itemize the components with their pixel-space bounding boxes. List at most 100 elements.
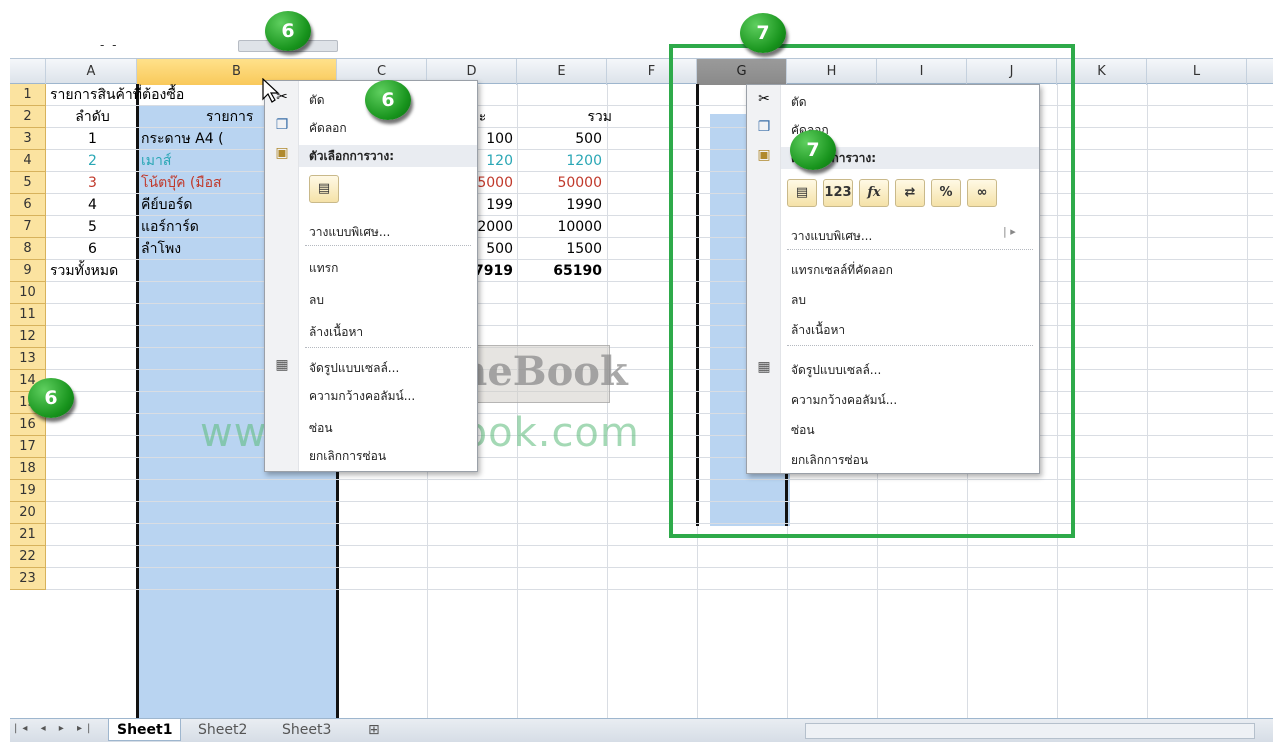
menu-separator <box>305 245 471 246</box>
row-header[interactable]: 23 <box>10 568 46 590</box>
cell-no[interactable]: 4 <box>50 194 135 216</box>
sheet-nav-arrows-icon[interactable]: |◂ ◂ ▸ ▸| <box>14 723 95 734</box>
grid-line <box>46 457 1273 458</box>
cell-item[interactable]: กระดาษ A4 ( <box>141 128 271 150</box>
row-header[interactable]: 9 <box>10 260 46 282</box>
row-header[interactable]: 1 <box>10 84 46 106</box>
grid-line <box>46 369 1273 370</box>
step-badge: 6 <box>265 11 311 51</box>
cell-header-total[interactable]: รวม <box>527 106 612 128</box>
cell-total[interactable]: 50000 <box>517 172 602 194</box>
column-header-e[interactable]: E <box>517 59 607 85</box>
paste-button-icon[interactable]: ▤ <box>309 175 339 203</box>
column-b-border-left <box>136 84 139 718</box>
step-badge: 6 <box>365 80 411 120</box>
menu-item-copy[interactable]: คัดลอก <box>299 119 477 138</box>
menu-item-paste-special[interactable]: วางแบบพิเศษ... <box>299 223 477 242</box>
row-header[interactable]: 8 <box>10 238 46 260</box>
mouse-pointer-icon <box>262 78 280 103</box>
cell-total[interactable]: 1990 <box>517 194 602 216</box>
cell-item[interactable]: แอร์การ์ด <box>141 216 271 238</box>
name-box[interactable]: - - <box>100 38 118 52</box>
row-header[interactable]: 13 <box>10 348 46 370</box>
cell-no[interactable]: 3 <box>50 172 135 194</box>
cell-total[interactable]: 1200 <box>517 150 602 172</box>
tab-sheet1[interactable]: Sheet1 <box>108 719 182 741</box>
step-badge: 6 <box>28 378 74 418</box>
column-header-a[interactable]: A <box>46 59 137 85</box>
paste-icon: ▣ <box>275 145 289 161</box>
row-header[interactable]: 11 <box>10 304 46 326</box>
cell-no[interactable]: 6 <box>50 238 135 260</box>
grid-line <box>46 281 1273 282</box>
column-header-l[interactable]: L <box>1147 59 1247 85</box>
cell-total[interactable]: 10000 <box>517 216 602 238</box>
menu-item-hide[interactable]: ซ่อน <box>299 419 477 438</box>
grid-line <box>46 523 1273 524</box>
horizontal-scrollbar[interactable] <box>805 723 1255 739</box>
row-header[interactable]: 7 <box>10 216 46 238</box>
tab-sheet2[interactable]: Sheet2 <box>190 719 255 741</box>
grid-line <box>46 303 1273 304</box>
row-header[interactable]: 22 <box>10 546 46 568</box>
menu-item-unhide[interactable]: ยกเลิกการซ่อน <box>299 447 477 466</box>
context-menu-column-b: ✂ ตัด ❐ คัดลอก ▣ ตัวเลือกการวาง: ▤ วางแบ… <box>264 80 478 472</box>
grid-line <box>46 567 1273 568</box>
format-cells-icon: ▦ <box>275 357 289 373</box>
cell-no[interactable]: 5 <box>50 216 135 238</box>
cell-grand-total-label[interactable]: รวมทั้งหมด <box>50 260 150 282</box>
menu-item-format-cells[interactable]: จัดรูปแบบเซลล์... <box>299 359 477 378</box>
grid-line <box>1247 84 1248 718</box>
grid-line <box>46 545 1273 546</box>
step-badge: 7 <box>740 13 786 53</box>
row-header[interactable]: 19 <box>10 480 46 502</box>
insert-sheet-icon[interactable]: ⊞ <box>360 719 388 741</box>
row-header[interactable]: 20 <box>10 502 46 524</box>
step-badge: 7 <box>790 130 836 170</box>
cell-total[interactable]: 500 <box>517 128 602 150</box>
grid-line <box>46 391 1273 392</box>
row-header[interactable]: 6 <box>10 194 46 216</box>
cell-no[interactable]: 1 <box>50 128 135 150</box>
row-header[interactable]: 12 <box>10 326 46 348</box>
row-header[interactable]: 3 <box>10 128 46 150</box>
cell-item[interactable]: ลำโพง <box>141 238 271 260</box>
copy-icon: ❐ <box>275 117 289 133</box>
menu-item-delete[interactable]: ลบ <box>299 291 477 310</box>
row-header[interactable]: 18 <box>10 458 46 480</box>
select-all-corner[interactable] <box>10 59 46 85</box>
row-header[interactable]: 4 <box>10 150 46 172</box>
row-header[interactable]: 2 <box>10 106 46 128</box>
cell-header-no[interactable]: ลำดับ <box>50 106 135 128</box>
menu-item-column-width[interactable]: ความกว้างคอลัมน์... <box>299 387 477 406</box>
cell-grand-total[interactable]: 65190 <box>517 260 602 282</box>
menu-item-insert[interactable]: แทรก <box>299 259 477 278</box>
cell-item[interactable]: คีย์บอร์ด <box>141 194 271 216</box>
grid-line <box>46 325 1273 326</box>
column-headers: A B C D E F G H I J K L <box>10 58 1273 85</box>
menu-item-clear-contents[interactable]: ล้างเนื้อหา <box>299 323 477 342</box>
row-header[interactable]: 10 <box>10 282 46 304</box>
row-header[interactable]: 17 <box>10 436 46 458</box>
menu-separator <box>305 347 471 348</box>
cell-total[interactable]: 1500 <box>517 238 602 260</box>
cell-no[interactable]: 2 <box>50 150 135 172</box>
tab-sheet3[interactable]: Sheet3 <box>274 719 339 741</box>
grid-line <box>46 347 1273 348</box>
row-header[interactable]: 21 <box>10 524 46 546</box>
cell-title[interactable]: รายการสินค้าที่ต้องซื้อ <box>50 84 280 106</box>
menu-section-paste-options: ตัวเลือกการวาง: <box>299 145 477 167</box>
highlight-frame <box>669 44 1075 538</box>
formula-bar-area: - - <box>0 0 1273 56</box>
sheet-tabs-bar: |◂ ◂ ▸ ▸| Sheet1 Sheet2 Sheet3 ⊞ <box>10 718 1273 742</box>
cell-item[interactable]: เมาส์ <box>141 150 271 172</box>
menu-gutter <box>265 81 299 471</box>
grid-line <box>46 501 1273 502</box>
cell-item[interactable]: โน้ตบุ๊ค (มือส <box>141 172 271 194</box>
row-header[interactable]: 5 <box>10 172 46 194</box>
worksheet-grid[interactable]: 1 2 3 4 5 6 7 8 9 10 11 12 13 14 15 16 1… <box>10 84 1273 718</box>
row-header[interactable]: 16 <box>10 414 46 436</box>
grid-line <box>46 589 1273 590</box>
grid-line <box>46 479 1273 480</box>
grid-line <box>1147 84 1148 718</box>
